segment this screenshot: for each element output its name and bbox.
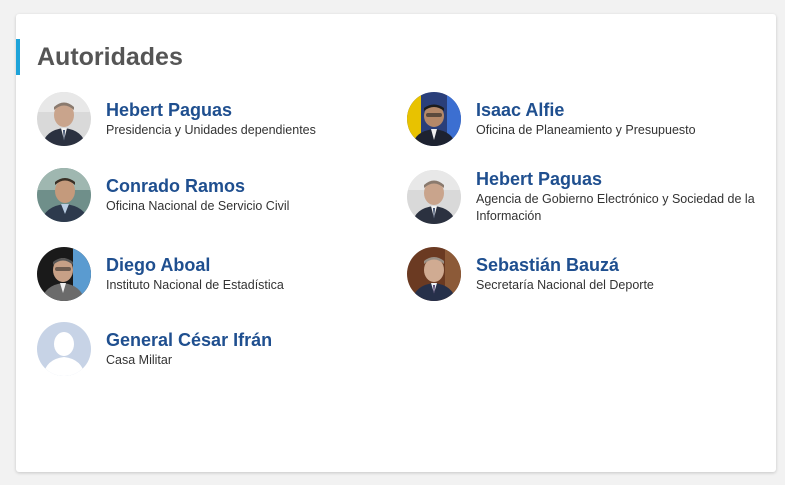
section-accent-bar [16,39,20,75]
authority-role: Oficina Nacional de Servicio Civil [106,199,290,213]
authority-item: Hebert Paguas Presidencia y Unidades dep… [37,92,397,146]
authority-photo[interactable] [37,168,91,222]
authority-role: Instituto Nacional de Estadística [106,278,284,292]
authorities-card: Autoridades Hebert Paguas Presidencia y … [16,14,776,472]
authority-name-link[interactable]: Hebert Paguas [106,99,316,121]
authority-name-link[interactable]: Isaac Alfie [476,99,696,121]
authority-name-link[interactable]: Sebastián Bauzá [476,254,654,276]
authority-item: Sebastián Bauzá Secretaría Nacional del … [407,247,767,301]
authority-name-link[interactable]: Conrado Ramos [106,175,289,197]
authority-photo[interactable] [37,92,91,146]
authority-photo[interactable] [407,247,461,301]
authority-item: Isaac Alfie Oficina de Planeamiento y Pr… [407,92,767,146]
authority-role: Casa Militar [106,353,172,367]
authority-role: Secretaría Nacional del Deporte [476,278,654,292]
placeholder-avatar-icon[interactable] [37,322,91,376]
authority-photo[interactable] [407,92,461,146]
authority-role: Presidencia y Unidades dependientes [106,123,316,137]
authority-item: Conrado Ramos Oficina Nacional de Servic… [37,168,397,222]
section-title: Autoridades [37,43,183,71]
authority-item: General César Ifrán Casa Militar [37,322,397,376]
authority-photo[interactable] [37,247,91,301]
authority-name-link[interactable]: Diego Aboal [106,254,284,276]
authority-name-link[interactable]: General César Ifrán [106,329,272,351]
authority-role: Agencia de Gobierno Electrónico y Socied… [476,192,755,223]
authority-item: Diego Aboal Instituto Nacional de Estadí… [37,247,397,301]
authority-photo[interactable] [407,169,461,224]
authority-name-link[interactable]: Hebert Paguas [476,168,761,190]
authority-role: Oficina de Planeamiento y Presupuesto [476,123,696,137]
authority-item: Hebert Paguas Agencia de Gobierno Electr… [407,168,767,225]
